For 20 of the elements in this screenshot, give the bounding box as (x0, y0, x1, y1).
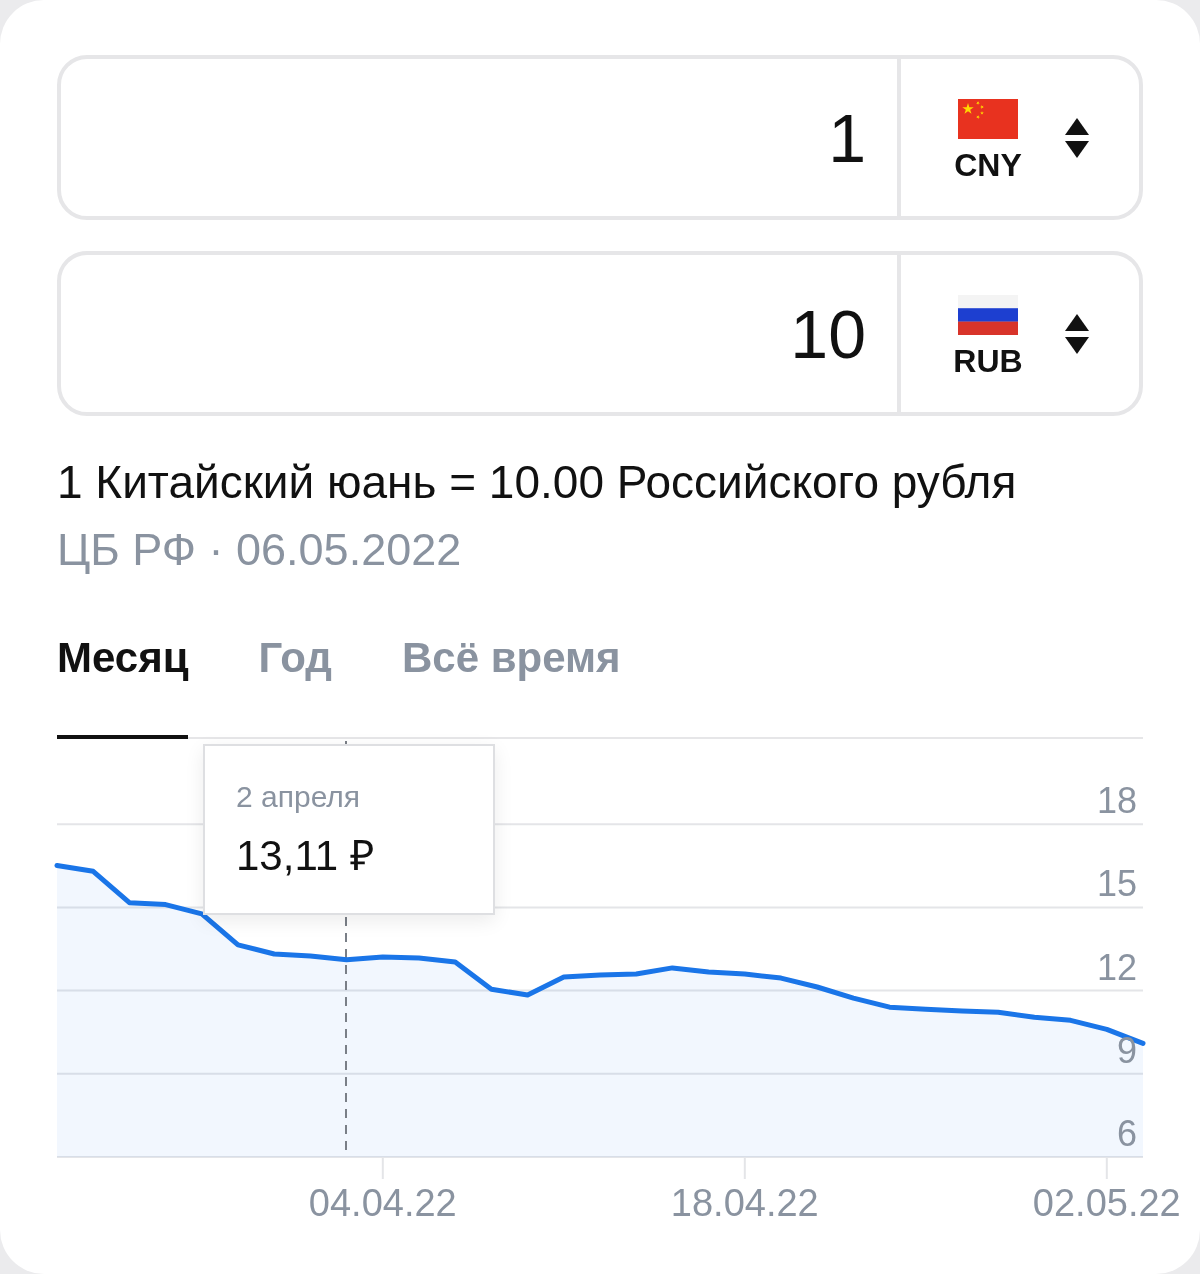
sort-icon (1065, 313, 1089, 354)
flag-icon (958, 294, 1018, 335)
rate-source: ЦБ РФ · 06.05.2022 (57, 524, 463, 576)
amount-field[interactable]: 1 (61, 59, 897, 216)
sort-icon (1065, 117, 1089, 158)
y-axis-label: 9 (1116, 1029, 1137, 1071)
x-axis-label: 18.04.22 (670, 1182, 819, 1224)
tooltip-value: 13,11 ₽ (236, 831, 375, 881)
rate-text: 1 Китайский юань = 10.00 Российского рубля (57, 456, 1018, 508)
flag-icon (958, 98, 1018, 139)
tooltip-date: 2 апреля (236, 779, 362, 815)
y-axis-label: 12 (1096, 946, 1137, 988)
y-axis-label: 6 (1116, 1113, 1137, 1154)
currency-selector[interactable]: CNY (897, 59, 1139, 216)
x-axis-label: 04.04.22 (308, 1182, 457, 1224)
amount-field[interactable]: 10 (61, 255, 897, 412)
currency-selector[interactable]: RUB (897, 255, 1139, 412)
y-axis-label: 18 (1096, 780, 1137, 822)
y-axis-label: 15 (1096, 863, 1137, 905)
x-axis-label: 02.05.22 (1032, 1182, 1181, 1224)
